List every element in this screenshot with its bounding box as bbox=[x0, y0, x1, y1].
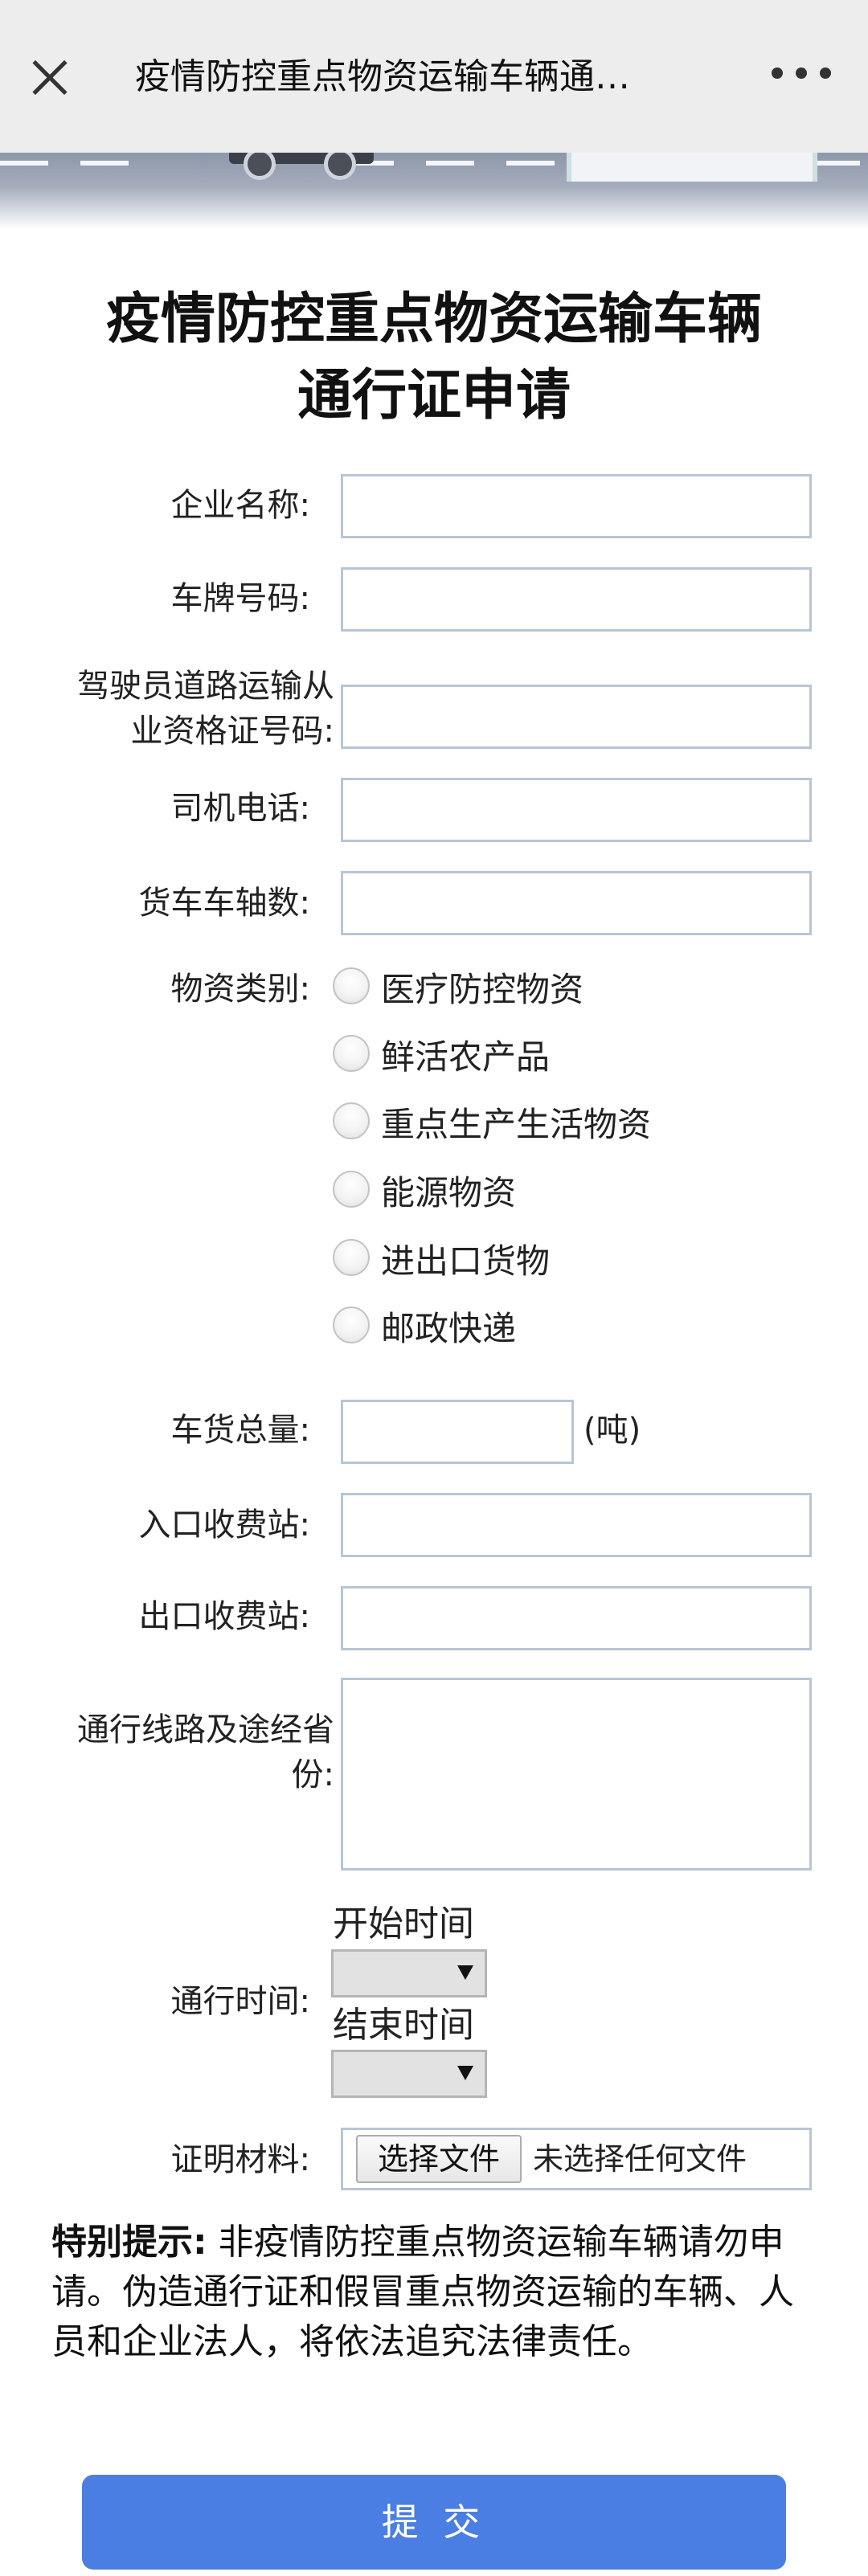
truck-illustration bbox=[229, 153, 374, 180]
route-label: 通行线路及途经省 份: bbox=[77, 1711, 334, 1793]
radio-energy[interactable] bbox=[333, 1171, 370, 1208]
weight-unit: (吨) bbox=[583, 1412, 641, 1449]
route-textarea[interactable] bbox=[341, 1678, 812, 1871]
plate-number-label: 车牌号码: bbox=[170, 580, 310, 617]
start-time-label: 开始时间 bbox=[333, 1903, 474, 1944]
entry-station-input[interactable] bbox=[341, 1493, 812, 1557]
driver-phone-label: 司机电话: bbox=[170, 790, 310, 827]
radio-import-export[interactable] bbox=[333, 1239, 370, 1276]
radio-label-import-export: 进出口货物 bbox=[381, 1241, 551, 1281]
radio-label-medical: 医疗防控物资 bbox=[381, 970, 584, 1009]
axle-count-label: 货车车轴数: bbox=[138, 885, 310, 922]
top-bar: 疫情防控重点物资运输车辆通… bbox=[0, 0, 868, 153]
exit-station-label: 出口收费站: bbox=[138, 1598, 310, 1635]
radio-label-energy: 能源物资 bbox=[381, 1173, 517, 1212]
page-title: 疫情防控重点物资运输车辆通… bbox=[135, 56, 630, 97]
plate-number-input[interactable] bbox=[341, 567, 812, 632]
file-upload: 选择文件 未选择任何文件 bbox=[341, 2128, 812, 2190]
notice-title: 特别提示: bbox=[51, 2222, 207, 2263]
start-time-select[interactable] bbox=[331, 1949, 487, 1997]
close-icon[interactable] bbox=[24, 51, 76, 103]
chevron-down-icon bbox=[457, 1965, 473, 1980]
driver-cert-input[interactable] bbox=[341, 685, 812, 749]
radio-key-supplies[interactable] bbox=[333, 1102, 370, 1139]
chevron-down-icon bbox=[457, 2066, 473, 2080]
total-weight-label: 车货总量: bbox=[170, 1412, 310, 1449]
radio-label-fresh-produce: 鲜活农产品 bbox=[381, 1037, 551, 1077]
category-label: 物资类别: bbox=[170, 971, 310, 1008]
proof-materials-label: 证明材料: bbox=[170, 2141, 310, 2178]
radio-label-postal: 邮政快递 bbox=[381, 1309, 517, 1348]
header-banner bbox=[0, 153, 868, 230]
radio-fresh-produce[interactable] bbox=[333, 1035, 370, 1072]
doctor-illustration bbox=[567, 153, 817, 182]
form-title: 疫情防控重点物资运输车辆 通行证申请 bbox=[105, 288, 762, 427]
company-name-label: 企业名称: bbox=[170, 487, 310, 524]
end-time-select[interactable] bbox=[331, 2050, 487, 2098]
exit-station-input[interactable] bbox=[341, 1586, 812, 1650]
radio-label-key-supplies: 重点生产生活物资 bbox=[381, 1105, 652, 1144]
submit-button[interactable]: 提 交 bbox=[82, 2475, 786, 2570]
total-weight-input[interactable] bbox=[341, 1400, 574, 1464]
travel-time-label: 通行时间: bbox=[170, 1983, 310, 2020]
special-notice: 特别提示: 非疫情防控重点物资运输车辆请勿申请。伪造通行证和假冒重点物资运输的车… bbox=[51, 2218, 815, 2367]
radio-medical[interactable] bbox=[333, 967, 370, 1004]
driver-phone-input[interactable] bbox=[341, 778, 812, 842]
choose-file-button[interactable]: 选择文件 bbox=[356, 2135, 522, 2183]
file-status: 未选择任何文件 bbox=[533, 2141, 747, 2177]
axle-count-input[interactable] bbox=[341, 871, 812, 935]
driver-cert-label: 驾驶员道路运输从 业资格证号码: bbox=[77, 668, 334, 750]
more-icon[interactable] bbox=[772, 67, 833, 87]
company-name-input[interactable] bbox=[341, 474, 812, 538]
end-time-label: 结束时间 bbox=[333, 2005, 474, 2046]
entry-station-label: 入口收费站: bbox=[138, 1507, 310, 1544]
radio-postal[interactable] bbox=[333, 1306, 370, 1343]
